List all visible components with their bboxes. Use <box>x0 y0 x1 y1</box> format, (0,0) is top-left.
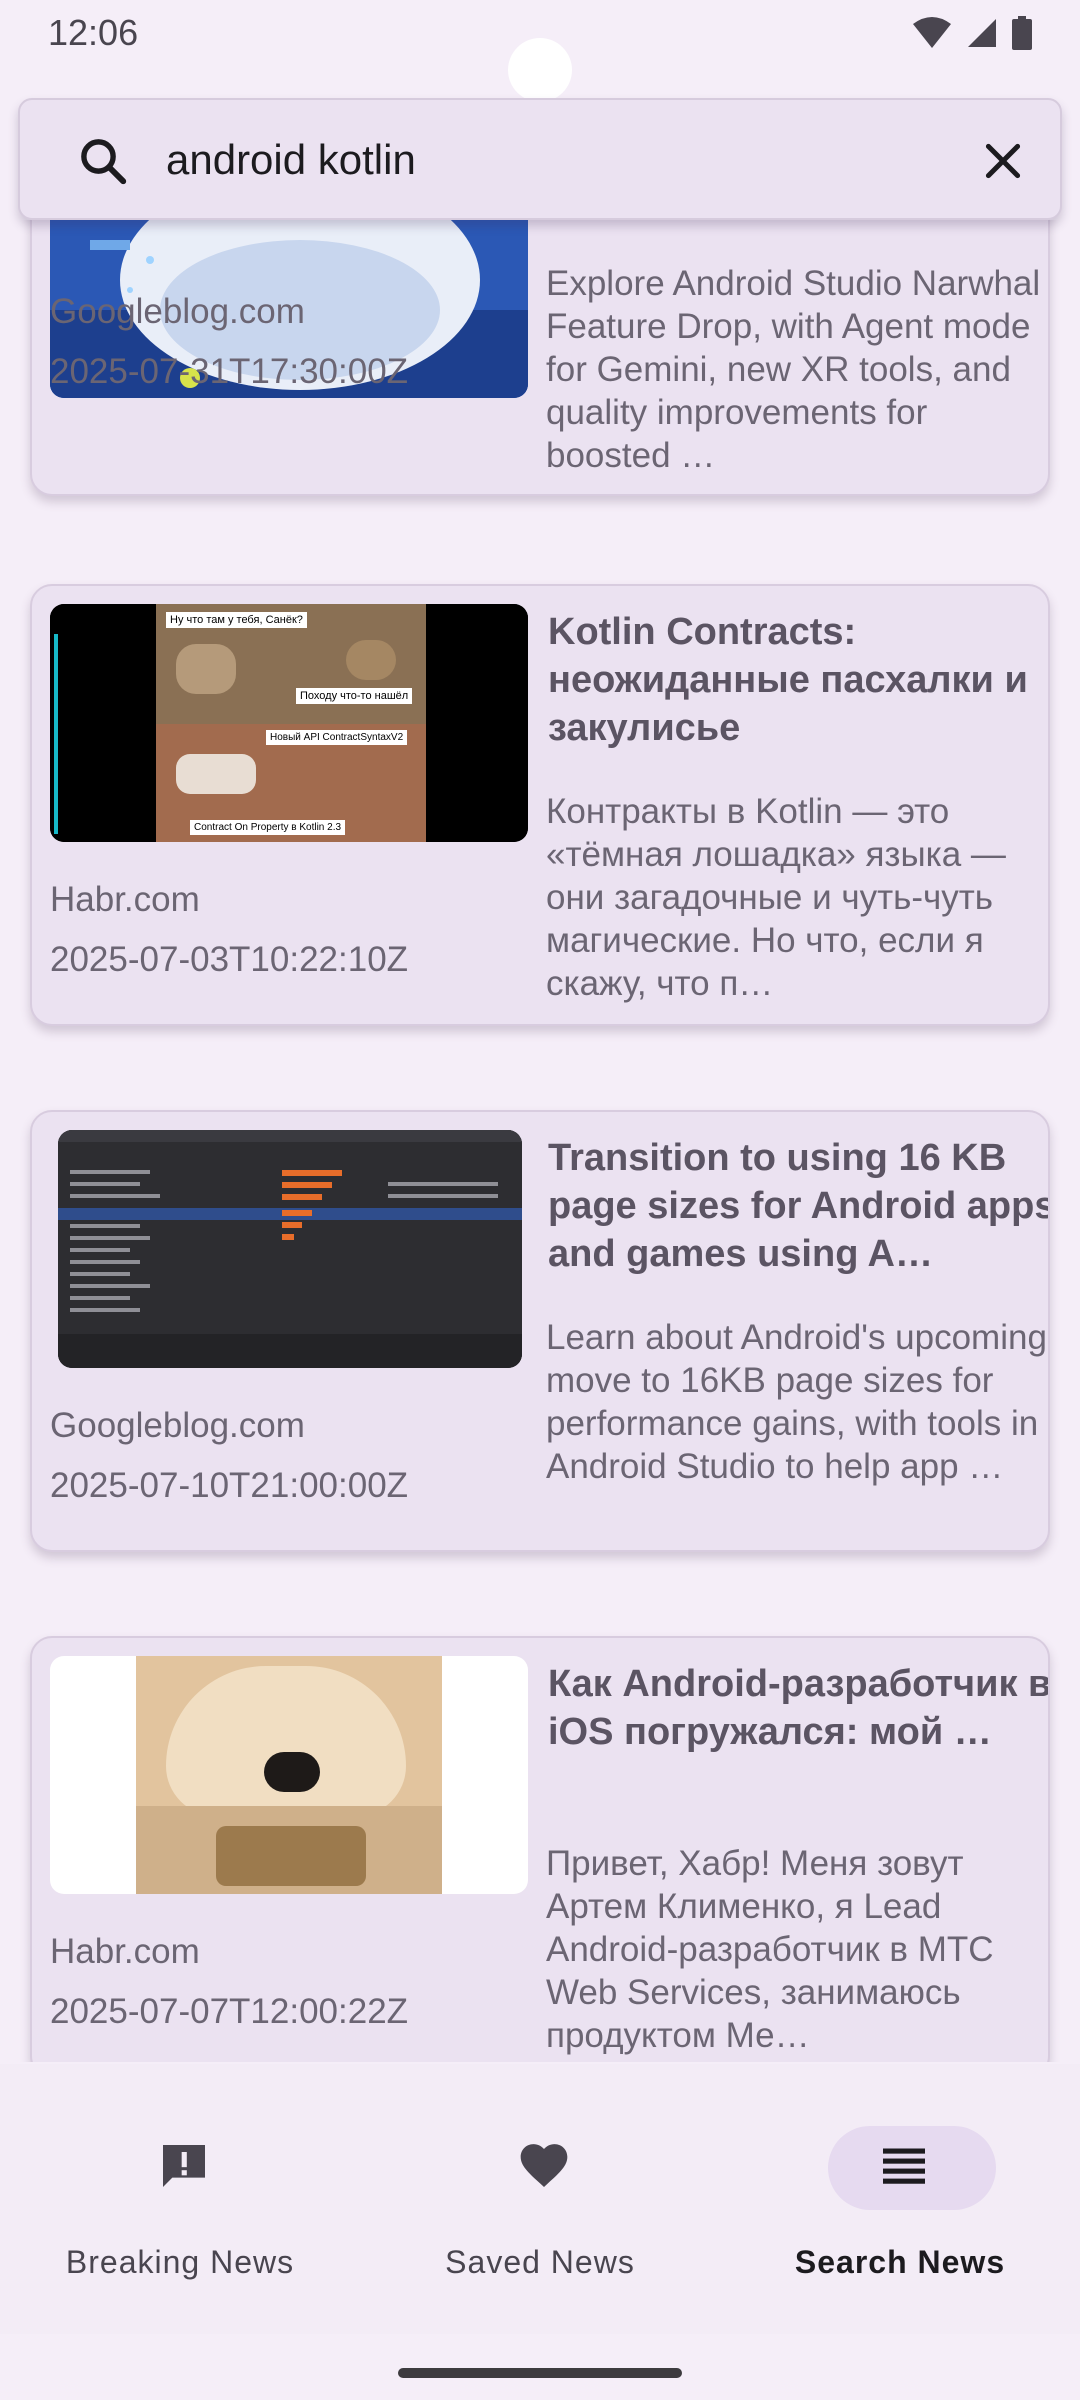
article-source: Habr.com <box>50 880 200 919</box>
battery-icon <box>1012 16 1032 50</box>
article-image: Ну что там у тебя, Санёк? Походу что-то … <box>50 604 528 842</box>
search-input[interactable] <box>166 122 946 198</box>
article-description: Привет, Хабр! Меня зовут Артем Клименко,… <box>546 1844 994 2055</box>
signal-icon <box>968 19 996 47</box>
article-card[interactable]: Как Android-разработчик в iOS погружался… <box>30 1636 1050 2062</box>
heart-icon <box>520 2144 568 2187</box>
wifi-icon <box>913 17 951 48</box>
article-description: Explore Android Studio Narwhal Feature D… <box>546 264 1041 475</box>
alert-icon <box>163 2145 205 2187</box>
nav-label: Breaking News <box>65 2244 295 2280</box>
status-time: 12:06 <box>48 12 139 53</box>
article-date: 2025-07-07T12:00:22Z <box>50 1992 409 2031</box>
nav-label: Search News <box>794 2244 1006 2280</box>
bottom-navigation: Breaking News Saved News Search News <box>0 2064 1080 2334</box>
status-icons <box>912 16 1032 50</box>
article-date: 2025-07-03T10:22:10Z <box>50 940 409 979</box>
article-title: Как Android-разработчик в iOS погружался… <box>548 1663 1050 1753</box>
meme-caption: Походу что-то нашёл <box>296 688 413 704</box>
article-image <box>58 1130 522 1368</box>
news-list[interactable]: Explore Android Studio Narwhal Feature D… <box>0 220 1080 2062</box>
article-source: Habr.com <box>50 1932 200 1971</box>
article-date: 2025-07-31T17:30:00Z <box>50 352 409 391</box>
meme-caption: Ну что там у тебя, Санёк? <box>166 612 307 628</box>
article-card[interactable]: Ну что там у тебя, Санёк? Походу что-то … <box>30 584 1050 1026</box>
article-card[interactable]: Transition to using 16 KB page sizes for… <box>30 1110 1050 1552</box>
article-title: Transition to using 16 KB page sizes for… <box>548 1137 1050 1275</box>
home-gesture-bar[interactable] <box>398 2368 682 2378</box>
gesture-area <box>0 2334 1080 2400</box>
nav-label: Saved News <box>445 2244 635 2280</box>
nav-item-breaking-news[interactable]: Breaking News <box>0 2094 360 2284</box>
article-source: Googleblog.com <box>50 1406 305 1445</box>
nav-item-saved-news[interactable]: Saved News <box>360 2094 720 2284</box>
article-source: Googleblog.com <box>50 292 305 331</box>
nav-item-search-news[interactable]: Search News <box>720 2094 1080 2284</box>
article-date: 2025-07-10T21:00:00Z <box>50 1466 409 1505</box>
article-image <box>50 1656 528 1894</box>
list-icon <box>883 2148 925 2184</box>
meme-caption: Новый API ContractSyntaxV2 <box>266 730 408 745</box>
camera-cutout <box>508 38 572 102</box>
article-title: Kotlin Contracts: неожиданные пасхалки и… <box>548 611 1028 749</box>
article-card[interactable]: Explore Android Studio Narwhal Feature D… <box>30 220 1050 496</box>
article-description: Learn about Android's upcoming move to 1… <box>546 1318 1047 1486</box>
close-icon[interactable] <box>978 136 1028 186</box>
search-bar <box>18 98 1062 220</box>
search-icon[interactable] <box>76 134 130 188</box>
meme-caption: Contract On Property в Kotlin 2.3 <box>190 820 346 835</box>
article-description: Контракты в Kotlin — это «тёмная лошадка… <box>546 792 1006 1003</box>
